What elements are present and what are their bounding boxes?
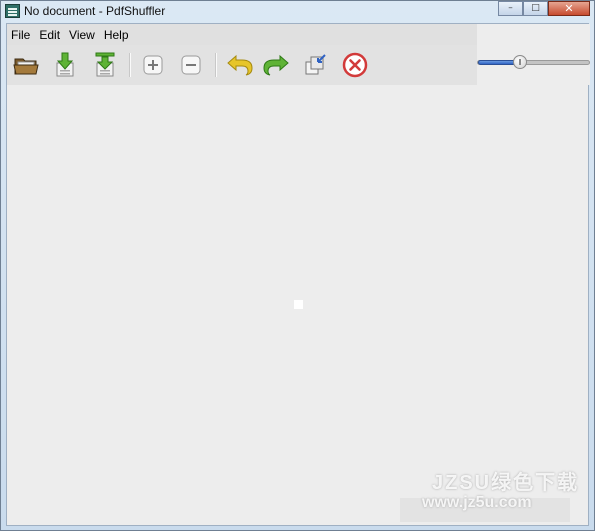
app-window: No document - PdfShuffler – □ ✕ File Edi… [0, 0, 595, 531]
save-button[interactable] [51, 51, 79, 79]
menu-bar: File Edit View Help [7, 24, 477, 45]
save-as-button[interactable] [91, 51, 119, 79]
menu-edit[interactable]: Edit [35, 28, 65, 42]
pdfshuffler-app-icon[interactable] [5, 4, 20, 18]
title-bar[interactable]: No document - PdfShuffler – □ ✕ [1, 1, 594, 23]
menu-view[interactable]: View [65, 28, 100, 42]
watermark-line-2: www.jz5u.com [422, 494, 532, 511]
toolbar [7, 45, 477, 85]
maximize-button[interactable]: □ [523, 1, 548, 16]
toolbar-separator [129, 53, 131, 77]
crop-icon [305, 54, 326, 75]
crop-button[interactable] [302, 51, 330, 79]
rotate-right-button[interactable] [263, 51, 291, 79]
watermark-line-1: JZSU绿色下载 [432, 472, 580, 494]
zoom-out-icon [181, 55, 201, 75]
delete-icon [342, 52, 368, 78]
save-as-icon [95, 52, 115, 77]
toolbar-separator [215, 53, 217, 77]
menu-file[interactable]: File [7, 28, 35, 42]
rotate-right-icon [263, 54, 289, 76]
watermark: JZSU绿色下载 www.jz5u.com [392, 464, 592, 526]
open-folder-icon [13, 58, 39, 75]
delete-button[interactable] [341, 51, 369, 79]
close-button[interactable]: ✕ [548, 1, 590, 16]
window-title: No document - PdfShuffler [24, 4, 166, 18]
save-icon [56, 52, 74, 77]
rotate-left-button[interactable] [225, 51, 253, 79]
zoom-slider-handle[interactable] [513, 55, 527, 69]
zoom-slider-area [477, 24, 590, 85]
zoom-in-button[interactable] [139, 51, 167, 79]
rotate-left-icon [227, 54, 253, 76]
zoom-in-icon [143, 55, 163, 75]
menu-help[interactable]: Help [100, 28, 134, 42]
minimize-button[interactable]: – [498, 1, 523, 16]
zoom-out-button[interactable] [177, 51, 205, 79]
open-button[interactable] [12, 51, 40, 79]
watermark-box [400, 498, 570, 522]
client-area: File Edit View Help JZSU绿色下载 www.jz5u.co… [6, 23, 592, 526]
window-controls: – □ ✕ [498, 1, 590, 17]
empty-document-placeholder [294, 300, 303, 309]
zoom-slider-track[interactable] [477, 60, 590, 65]
